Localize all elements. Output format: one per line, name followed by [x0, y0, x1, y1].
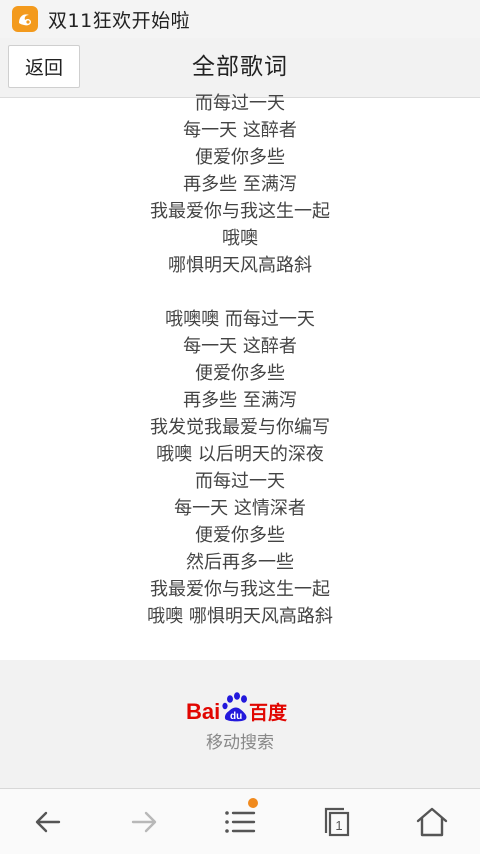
lyric-line: 哦噢	[222, 228, 258, 249]
tabs-button[interactable]: 1	[288, 789, 384, 854]
back-nav-button[interactable]	[0, 789, 96, 854]
browser-window: 双11狂欢开始啦 返回 全部歌词 而每过一天 每一天 这醉者 便爱你多些 再多些 至满…	[0, 0, 480, 854]
svg-text:du: du	[230, 711, 242, 722]
lyric-line: 哦噢 哪惧明天风高路斜	[147, 606, 333, 627]
home-icon	[416, 807, 448, 837]
menu-list-icon	[225, 811, 256, 833]
lyric-line: 每一天 这醉者	[183, 120, 297, 141]
lyric-line: 再多些 至满泻	[183, 390, 297, 411]
arrow-left-icon	[35, 811, 61, 833]
lyric-line: 我发觉我最爱与你编写	[150, 417, 330, 438]
uc-browser-logo-icon	[12, 6, 38, 32]
svg-text:Bai: Bai	[186, 699, 220, 724]
tab-title[interactable]: 双11狂欢开始啦	[48, 6, 190, 33]
baidu-logo[interactable]: Bai du 百度	[186, 690, 296, 726]
lyric-line: 而每过一天	[195, 93, 285, 114]
lyric-line: 然后再多一些	[186, 552, 294, 573]
lyric-line: 而每过一天	[195, 471, 285, 492]
arrow-right-icon	[131, 811, 157, 833]
lyric-line: 我最爱你与我这生一起	[150, 579, 330, 600]
lyric-line: 哦噢 以后明天的深夜	[156, 444, 324, 465]
lyric-line: 哪惧明天风高路斜	[168, 255, 312, 276]
lyric-line: 我最爱你与我这生一起	[150, 201, 330, 222]
baidu-paw-icon: du	[222, 692, 247, 722]
bottom-navigation: 1	[0, 788, 480, 854]
lyric-line: 每一天 这醉者	[183, 336, 297, 357]
tabs-icon: 1	[324, 807, 350, 837]
baidu-footer: Bai du 百度 移动搜索	[0, 660, 480, 788]
menu-button[interactable]	[192, 789, 288, 854]
back-button[interactable]: 返回	[8, 45, 80, 88]
lyric-line: 哦噢噢 而每过一天	[165, 309, 315, 330]
tab-count: 1	[335, 818, 342, 833]
lyric-line: 便爱你多些	[195, 363, 285, 384]
lyric-line: 再多些 至满泻	[183, 174, 297, 195]
baidu-subtitle: 移动搜索	[206, 733, 274, 753]
forward-nav-button[interactable]	[96, 789, 192, 854]
lyric-stanza-gap	[0, 279, 480, 306]
svg-text:百度: 百度	[249, 701, 288, 724]
lyric-line: 便爱你多些	[195, 147, 285, 168]
lyric-line: 每一天 这情深者	[174, 498, 306, 519]
lyric-line: 便爱你多些	[195, 525, 285, 546]
lyrics-list: 而每过一天 每一天 这醉者 便爱你多些 再多些 至满泻 我最爱你与我这生一起 哦噢 哪惧明天…	[0, 92, 480, 630]
page-header: 返回 全部歌词	[0, 38, 480, 98]
home-button[interactable]	[384, 789, 480, 854]
notification-dot	[248, 798, 258, 808]
browser-tab-strip: 双11狂欢开始啦	[0, 0, 480, 38]
lyrics-content[interactable]: 而每过一天 每一天 这醉者 便爱你多些 再多些 至满泻 我最爱你与我这生一起 哦噢 哪惧明天…	[0, 92, 480, 660]
